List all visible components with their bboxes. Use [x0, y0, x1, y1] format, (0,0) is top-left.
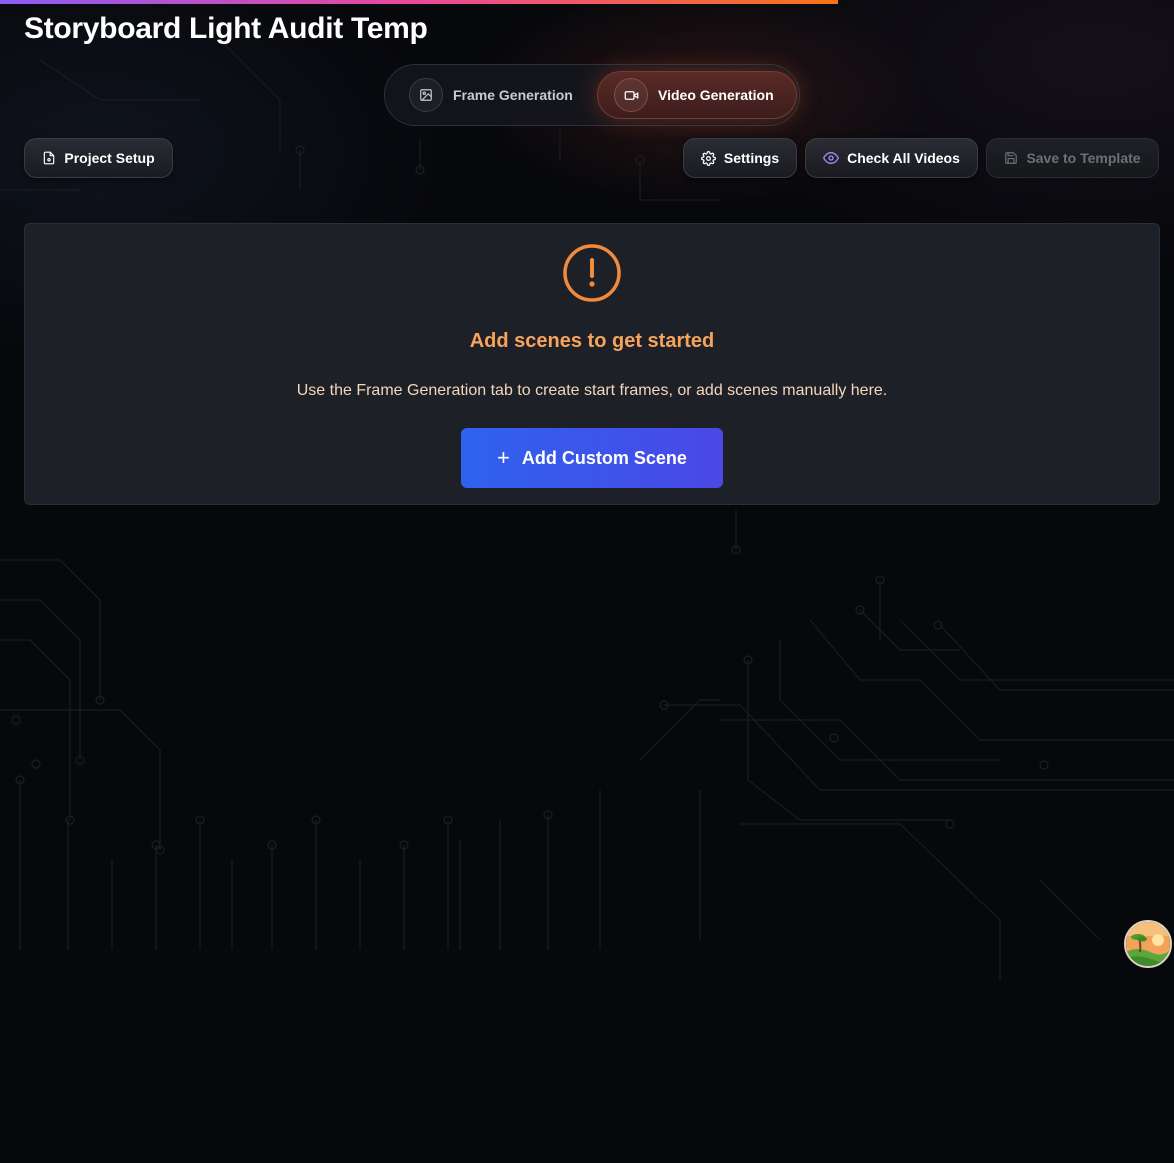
- save-icon: [1004, 151, 1018, 165]
- check-all-videos-label: Check All Videos: [847, 150, 960, 166]
- user-avatar[interactable]: [1124, 920, 1172, 968]
- add-custom-scene-button[interactable]: + Add Custom Scene: [461, 428, 723, 488]
- save-to-template-button[interactable]: Save to Template: [986, 138, 1159, 178]
- eye-icon: [823, 150, 840, 166]
- generation-tab-switcher: Frame Generation Video Generation: [384, 64, 800, 126]
- save-to-template-label: Save to Template: [1026, 150, 1141, 166]
- empty-state-title: Add scenes to get started: [469, 330, 715, 352]
- settings-label: Settings: [723, 150, 780, 166]
- project-setup-label: Project Setup: [64, 150, 155, 166]
- check-all-videos-button[interactable]: Check All Videos: [805, 138, 978, 178]
- empty-state-card: Add scenes to get started Use the Frame …: [24, 223, 1160, 505]
- empty-state-description: Use the Frame Generation tab to create s…: [296, 382, 888, 399]
- alert-circle-icon: [562, 243, 622, 308]
- project-setup-button[interactable]: Project Setup: [24, 138, 173, 178]
- video-camera-icon: [614, 78, 648, 112]
- gear-icon: [700, 150, 716, 166]
- document-icon: [42, 151, 56, 165]
- top-progress-bar: [0, 0, 838, 4]
- image-icon: [409, 78, 443, 112]
- add-custom-scene-label: Add Custom Scene: [521, 447, 687, 468]
- tab-video-generation-label: Video Generation: [658, 87, 774, 103]
- tab-video-generation[interactable]: Video Generation: [597, 71, 797, 119]
- page-title: Storyboard Light Audit Temp: [24, 12, 428, 45]
- tab-frame-generation-label: Frame Generation: [453, 87, 573, 103]
- plus-icon: +: [497, 445, 510, 470]
- tab-frame-generation[interactable]: Frame Generation: [395, 71, 591, 119]
- settings-button[interactable]: Settings: [683, 138, 797, 178]
